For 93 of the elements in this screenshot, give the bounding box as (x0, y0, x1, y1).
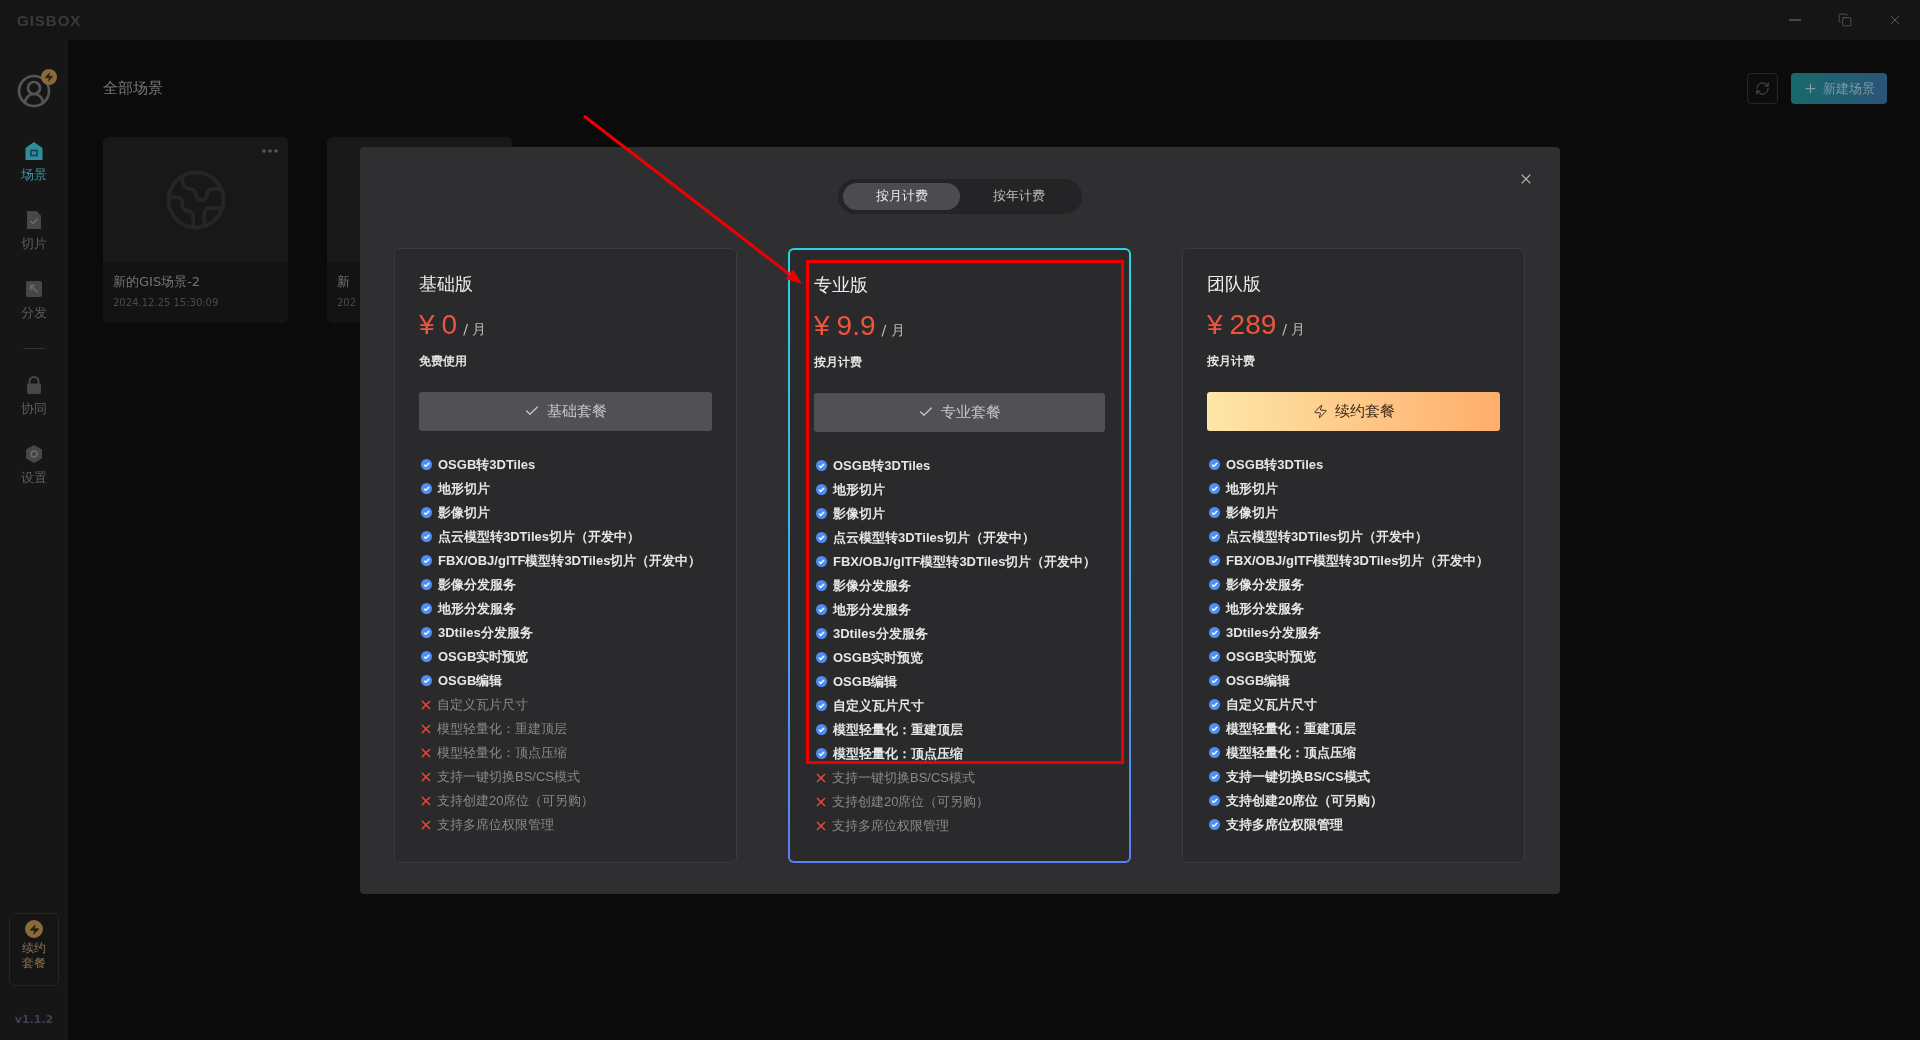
price-unit: / 月 (1282, 320, 1306, 339)
feature-text: 支持多席位权限管理 (1226, 815, 1343, 834)
minimize-icon (1789, 19, 1801, 21)
price-unit: / 月 (881, 321, 905, 340)
nav-item[interactable]: 场景 (21, 141, 47, 183)
home-icon (24, 141, 44, 161)
feature-text: 模型轻量化：重建顶层 (833, 720, 963, 739)
feature-text: OSGB转3DTiles (1226, 455, 1324, 474)
nav-item[interactable]: 分发 (21, 279, 47, 321)
plan-name: 团队版 (1207, 271, 1261, 296)
page-title: 全部场景 (103, 79, 163, 98)
feature-text: 支持创建20席位（可另购） (437, 791, 595, 810)
feature-text: 模型轻量化：重建顶层 (437, 719, 567, 738)
lightning-icon (25, 920, 43, 938)
plan-note: 按月计费 (814, 353, 862, 371)
user-avatar-icon[interactable] (16, 73, 52, 109)
renew-plan-button[interactable]: 续约套餐 (9, 913, 59, 986)
feature-text: 自定义瓦片尺寸 (833, 696, 924, 715)
feature-text: FBX/OBJ/glTF模型转3DTiles切片（开发中） (438, 551, 702, 570)
feature-text: 支持一键切换BS/CS模式 (1226, 767, 1370, 786)
refresh-icon (1755, 81, 1770, 96)
currency-symbol: ¥ (814, 309, 830, 342)
feature-text: 点云模型转3DTiles切片（开发中） (438, 527, 640, 546)
plan-note: 免费使用 (419, 352, 467, 370)
currency-symbol: ¥ (419, 308, 435, 341)
feature-text: OSGB编辑 (438, 671, 503, 690)
price-amount: 289 (1229, 308, 1277, 341)
nav-item[interactable]: 切片 (21, 210, 47, 252)
feature-text: 点云模型转3DTiles切片（开发中） (1226, 527, 1428, 546)
feature-text: 支持多席位权限管理 (832, 816, 949, 835)
scene-title: 新的GIS场景-2 (112, 273, 202, 291)
plan-button[interactable]: 续约套餐 (1207, 391, 1500, 431)
scene-title: 新 (336, 273, 351, 291)
feature-text: 模型轻量化：顶点压缩 (437, 743, 567, 762)
restore-icon (1838, 13, 1852, 27)
feature-text: FBX/OBJ/glTF模型转3DTiles切片（开发中） (833, 552, 1097, 571)
feature-text: 模型轻量化：顶点压缩 (833, 744, 963, 763)
lightning-icon (1312, 403, 1328, 419)
feature-text: 3Dtiles分发服务 (833, 624, 928, 643)
nav-item[interactable]: 设置 (21, 444, 47, 486)
document-check-icon (24, 210, 44, 230)
feature-text: 地形分发服务 (1226, 599, 1304, 618)
feature-text: FBX/OBJ/glTF模型转3DTiles切片（开发中） (1226, 551, 1490, 570)
lightning-badge-icon (41, 69, 57, 85)
gear-icon (24, 444, 44, 464)
feature-text: 地形分发服务 (833, 600, 911, 619)
feature-text: 支持创建20席位（可另购） (832, 792, 990, 811)
lock-icon (24, 375, 44, 395)
plan-button[interactable]: 专业套餐 (814, 392, 1105, 432)
feature-text: 影像切片 (438, 503, 490, 522)
feature-text: 自定义瓦片尺寸 (437, 695, 528, 714)
currency-symbol: ¥ (1207, 308, 1223, 341)
feature-text: 支持一键切换BS/CS模式 (832, 768, 975, 787)
feature-text: 地形切片 (833, 480, 885, 499)
refresh-button[interactable] (1747, 73, 1778, 104)
feature-text: OSGB编辑 (1226, 671, 1291, 690)
feature-text: 影像切片 (833, 504, 885, 523)
feature-text: OSGB转3DTiles (438, 455, 536, 474)
feature-text: 地形切片 (438, 479, 490, 498)
plan-note: 按月计费 (1207, 352, 1255, 370)
feature-text: OSGB实时预览 (833, 648, 924, 667)
nav-item[interactable]: 协同 (21, 375, 47, 417)
feature-text: OSGB编辑 (833, 672, 898, 691)
feature-text: OSGB实时预览 (1226, 647, 1317, 666)
feature-text: 地形切片 (1226, 479, 1278, 498)
feature-text: 自定义瓦片尺寸 (1226, 695, 1317, 714)
feature-text: 模型轻量化：重建顶层 (1226, 719, 1356, 738)
feature-text: 影像分发服务 (1226, 575, 1304, 594)
version-label: v1.1.2 (14, 1013, 54, 1026)
feature-text: 地形分发服务 (438, 599, 516, 618)
feature-text: OSGB转3DTiles (833, 456, 931, 475)
feature-text: 影像分发服务 (438, 575, 516, 594)
plan-name: 专业版 (814, 272, 868, 297)
feature-text: 影像切片 (1226, 503, 1278, 522)
feature-text: 3Dtiles分发服务 (1226, 623, 1321, 642)
price-amount: 0 (441, 308, 458, 341)
feature-text: 点云模型转3DTiles切片（开发中） (833, 528, 1035, 547)
feature-text: 3Dtiles分发服务 (438, 623, 533, 642)
plan-name: 基础版 (419, 271, 473, 296)
billing-tab[interactable]: 按月计费 (843, 182, 960, 210)
price-unit: / 月 (463, 320, 487, 339)
more-icon[interactable] (262, 149, 278, 153)
plus-icon (1803, 81, 1818, 96)
feature-text: 影像分发服务 (833, 576, 911, 595)
feature-text: 支持创建20席位（可另购） (1226, 791, 1384, 810)
feature-text: OSGB实时预览 (438, 647, 529, 666)
new-scene-button[interactable]: 新建场景 (1791, 73, 1887, 104)
feature-text: 支持一键切换BS/CS模式 (437, 767, 580, 786)
plan-button[interactable]: 基础套餐 (419, 391, 712, 431)
feature-text: 支持多席位权限管理 (437, 815, 554, 834)
price-amount: 9.9 (836, 309, 876, 342)
feature-text: 模型轻量化：顶点压缩 (1226, 743, 1356, 762)
billing-tab[interactable]: 按年计费 (960, 182, 1077, 210)
